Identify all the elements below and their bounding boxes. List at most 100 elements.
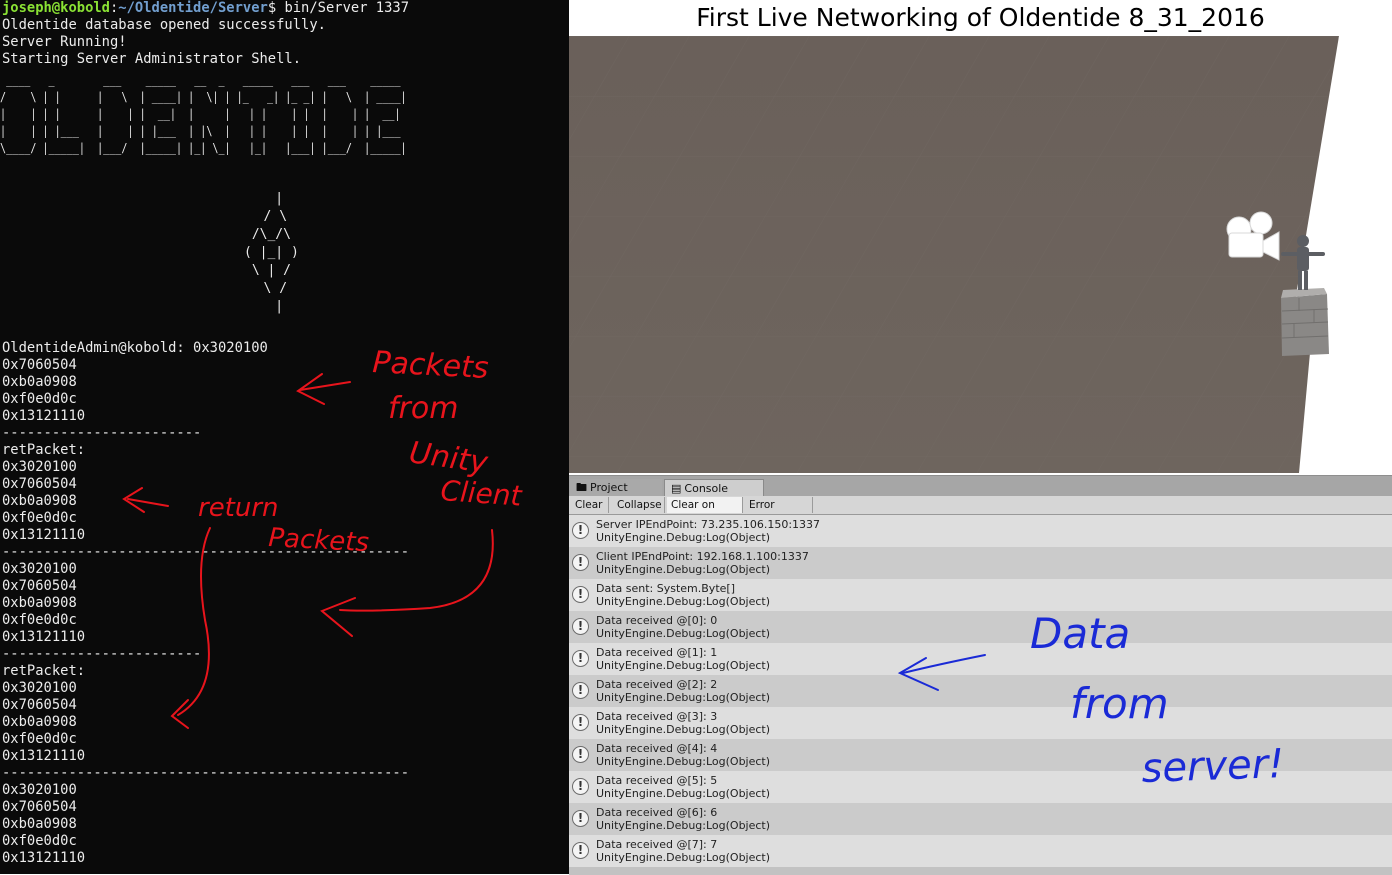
terminal-output-line: 0xb0a0908 <box>2 816 77 832</box>
log-message: Data received @[5]: 5 <box>596 774 718 787</box>
terminal-output-line: 0x3020100 <box>2 561 77 577</box>
terminal-output-line: 0xb0a0908 <box>2 493 77 509</box>
terminal-output-line: 0xf0e0d0c <box>2 391 77 407</box>
log-stacktrace: UnityEngine.Debug:Log(Object) <box>596 595 771 608</box>
scene-canvas <box>569 36 1392 473</box>
clear-button[interactable]: Clear <box>571 497 609 513</box>
log-message: Data received @[2]: 2 <box>596 678 718 691</box>
terminal-output-line: 0xb0a0908 <box>2 714 77 730</box>
warning-info-icon: ! <box>572 554 589 571</box>
log-stacktrace: UnityEngine.Debug:Log(Object) <box>596 787 771 800</box>
log-stacktrace: UnityEngine.Debug:Log(Object) <box>596 755 771 768</box>
terminal-window[interactable]: joseph@kobold:~/Oldentide/Server$ bin/Se… <box>0 0 569 874</box>
terminal-output-line: 0x3020100 <box>2 782 77 798</box>
unity-scene-view[interactable] <box>569 36 1392 473</box>
terminal-output-line: 0xf0e0d0c <box>2 731 77 747</box>
console-log-entry[interactable]: ! Data received @[3]: 3 UnityEngine.Debug:… <box>569 707 1392 739</box>
terminal-output-line: 0x7060504 <box>2 697 77 713</box>
console-icon: ▤ <box>671 482 682 495</box>
panel-tabs: 🖿 Project ▤ Console <box>569 476 1392 496</box>
terminal-output-line: 0x13121110 <box>2 408 86 424</box>
warning-info-icon: ! <box>572 810 589 827</box>
prompt-command: $ bin/Server 1337 <box>267 0 410 16</box>
unity-console-panel: 🖿 Project ▤ Console Clear Collapse Clear o… <box>569 475 1392 875</box>
terminal-output-line: 0xf0e0d0c <box>2 833 77 849</box>
error-pause-toggle[interactable]: Error Pause <box>745 497 813 527</box>
prompt-path: ~/Oldentide/Server <box>118 0 268 16</box>
log-message: Client IPEndPoint: 192.168.1.100:1337 <box>596 550 809 563</box>
ascii-emblem: | / \ /\_/\ ( |_| ) \ | / \ / | <box>244 191 299 314</box>
log-stacktrace: UnityEngine.Debug:Log(Object) <box>596 723 771 736</box>
terminal-output-line: 0x3020100 <box>2 459 77 475</box>
tab-project[interactable]: 🖿 Project <box>570 479 662 496</box>
console-log-entry[interactable]: ! Server IPEndPoint: 73.235.106.150:1337 U… <box>569 515 1392 547</box>
terminal-output-line: 0xb0a0908 <box>2 595 77 611</box>
terminal-output-line: 0x3020100 <box>2 680 77 696</box>
log-message: Data received @[0]: 0 <box>596 614 718 627</box>
console-log-entry[interactable]: ! Data received @[6]: 6 UnityEngine.Debug:… <box>569 803 1392 835</box>
terminal-output-line: 0x13121110 <box>2 850 86 866</box>
terminal-output-line: 0x7060504 <box>2 476 77 492</box>
collapse-button[interactable]: Collapse <box>613 497 665 513</box>
warning-info-icon: ! <box>572 714 589 731</box>
page-title: First Live Networking of Oldentide 8_31_… <box>569 0 1392 36</box>
log-message: Data received @[6]: 6 <box>596 806 718 819</box>
terminal-output-line: 0x7060504 <box>2 799 77 815</box>
terminal-output-line: 0xf0e0d0c <box>2 612 77 628</box>
terminal-output-line: 0xb0a0908 <box>2 374 77 390</box>
log-stacktrace: UnityEngine.Debug:Log(Object) <box>596 819 771 832</box>
log-stacktrace: UnityEngine.Debug:Log(Object) <box>596 563 771 576</box>
log-stacktrace: UnityEngine.Debug:Log(Object) <box>596 627 771 640</box>
log-message: Server IPEndPoint: 73.235.106.150:1337 <box>596 518 821 531</box>
console-log-entry[interactable]: ! Data received @[1]: 1 UnityEngine.Debug:… <box>569 643 1392 675</box>
log-message: Data received @[3]: 3 <box>596 710 718 723</box>
console-log-entry[interactable]: ! Client IPEndPoint: 192.168.1.100:1337 Un… <box>569 547 1392 579</box>
terminal-line: Oldentide database opened successfully. <box>2 17 326 33</box>
terminal-output-line: retPacket: <box>2 663 86 679</box>
separator-line: ----------------------------------------… <box>2 544 410 560</box>
log-message: Data received @[7]: 7 <box>596 838 718 851</box>
console-log-entry[interactable]: ! Data received @[5]: 5 UnityEngine.Debug:… <box>569 771 1392 803</box>
log-stacktrace: UnityEngine.Debug:Log(Object) <box>596 851 771 864</box>
terminal-line: Server Running! <box>2 34 127 50</box>
log-stacktrace: UnityEngine.Debug:Log(Object) <box>596 691 771 704</box>
log-stacktrace: UnityEngine.Debug:Log(Object) <box>596 659 771 672</box>
log-stacktrace: UnityEngine.Debug:Log(Object) <box>596 531 771 544</box>
warning-info-icon: ! <box>572 522 589 539</box>
terminal-output-line: 0xf0e0d0c <box>2 510 77 526</box>
console-log-entry[interactable]: ! Data sent: System.Byte[] UnityEngine.Deb… <box>569 579 1392 611</box>
separator-line: ------------------------ <box>2 646 202 662</box>
warning-info-icon: ! <box>572 842 589 859</box>
prompt-user: joseph@kobold <box>2 0 110 16</box>
terminal-output-line: 0x13121110 <box>2 629 86 645</box>
warning-info-icon: ! <box>572 650 589 667</box>
terminal-output-line: 0x13121110 <box>2 527 86 543</box>
log-message: Data sent: System.Byte[] <box>596 582 735 595</box>
terminal-line: Starting Server Administrator Shell. <box>2 51 302 67</box>
console-log-list[interactable]: ! Server IPEndPoint: 73.235.106.150:1337 U… <box>569 515 1392 875</box>
oldentide-ascii-banner: ____ _ ___ _____ __ _ _____ ___ ___ ____… <box>0 73 407 155</box>
clear-on-play-toggle[interactable]: Clear on Play <box>667 497 743 527</box>
shell-prompt-line: joseph@kobold:~/Oldentide/Server$ bin/Se… <box>2 0 410 16</box>
log-message: Data received @[1]: 1 <box>596 646 718 659</box>
stone-pedestal[interactable] <box>1281 288 1329 356</box>
warning-info-icon: ! <box>572 618 589 635</box>
warning-info-icon: ! <box>572 746 589 763</box>
warning-info-icon: ! <box>572 778 589 795</box>
warning-info-icon: ! <box>572 682 589 699</box>
terminal-output-line: 0x7060504 <box>2 357 77 373</box>
terminal-output-line: retPacket: <box>2 442 86 458</box>
tab-console[interactable]: ▤ Console <box>664 479 764 496</box>
console-toolbar: Clear Collapse Clear on Play Error Pause <box>569 496 1392 527</box>
terminal-output-line: 0x7060504 <box>2 578 77 594</box>
warning-info-icon: ! <box>572 586 589 603</box>
console-log-entry[interactable]: ! Data received @[7]: 7 UnityEngine.Debug:… <box>569 835 1392 867</box>
separator-line: ----------------------------------------… <box>2 765 410 781</box>
console-log-entry[interactable]: ! Data received @[0]: 0 UnityEngine.Debug:… <box>569 611 1392 643</box>
log-message: Data received @[4]: 4 <box>596 742 718 755</box>
console-log-entry[interactable]: ! Data received @[2]: 2 UnityEngine.Debug:… <box>569 675 1392 707</box>
video-camera-gizmo-icon[interactable] <box>1226 211 1280 261</box>
console-log-entry[interactable]: ! Data received @[4]: 4 UnityEngine.Debug:… <box>569 739 1392 771</box>
folder-icon: 🖿 <box>576 481 587 494</box>
terminal-output-line: 0x13121110 <box>2 748 86 764</box>
